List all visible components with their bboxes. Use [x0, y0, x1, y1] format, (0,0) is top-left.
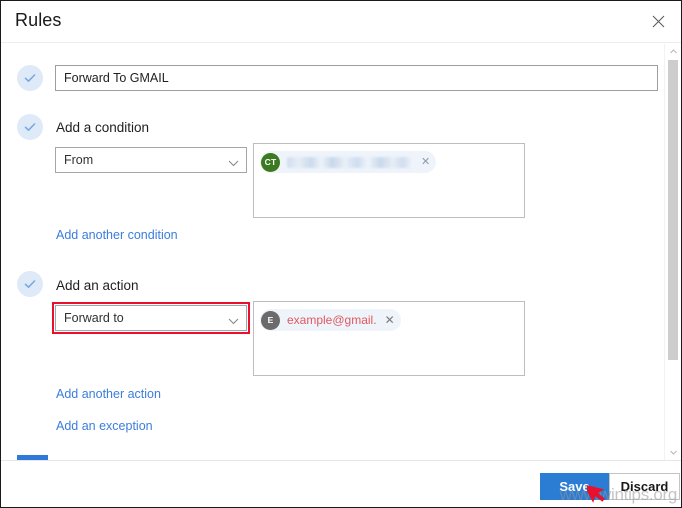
- action-section-label: Add an action: [56, 278, 139, 293]
- condition-type-value: From: [64, 153, 94, 167]
- add-another-action-link[interactable]: Add another action: [56, 387, 161, 401]
- avatar: CT: [261, 152, 280, 172]
- condition-recipient-box[interactable]: CT ✕: [253, 143, 525, 218]
- condition-section-label: Add a condition: [56, 120, 150, 135]
- add-an-exception-link[interactable]: Add an exception: [56, 419, 153, 433]
- dialog-header: Rules: [1, 1, 681, 43]
- vertical-scrollbar[interactable]: [664, 44, 681, 460]
- action-type-value: Forward to: [64, 311, 124, 325]
- avatar: E: [261, 310, 280, 330]
- condition-check-icon: [17, 114, 43, 140]
- close-icon[interactable]: ✕: [385, 314, 395, 326]
- rule-name-check-icon: [17, 65, 43, 91]
- action-recipient-box[interactable]: E example@gmail. ✕: [253, 301, 525, 376]
- chevron-down-icon: [228, 314, 239, 325]
- discard-button[interactable]: Discard: [609, 473, 680, 500]
- dialog-body: Add a condition From CT ✕ Add another co…: [1, 43, 681, 460]
- scrollbar-thumb[interactable]: [668, 60, 678, 360]
- add-another-condition-link[interactable]: Add another condition: [56, 228, 178, 242]
- action-recipient-email: example@gmail.: [287, 313, 377, 327]
- action-check-icon: [17, 271, 43, 297]
- dialog-footer: Save Discard: [1, 460, 681, 507]
- chevron-down-icon: [228, 156, 239, 167]
- action-recipient-token[interactable]: E example@gmail. ✕: [260, 309, 401, 331]
- rule-name-input[interactable]: [55, 65, 658, 91]
- close-icon[interactable]: ✕: [421, 156, 430, 168]
- save-button[interactable]: Save: [540, 473, 609, 500]
- condition-recipient-token[interactable]: CT ✕: [260, 151, 437, 173]
- condition-recipient-redacted-text: [287, 156, 413, 168]
- chevron-up-icon[interactable]: [665, 44, 681, 59]
- condition-type-dropdown[interactable]: From: [55, 147, 247, 173]
- close-icon[interactable]: [646, 9, 670, 33]
- action-type-dropdown[interactable]: Forward to: [55, 305, 247, 331]
- page-title: Rules: [15, 10, 62, 30]
- rules-dialog: Rules Add a condition From: [0, 0, 682, 508]
- chevron-down-icon[interactable]: [665, 445, 681, 460]
